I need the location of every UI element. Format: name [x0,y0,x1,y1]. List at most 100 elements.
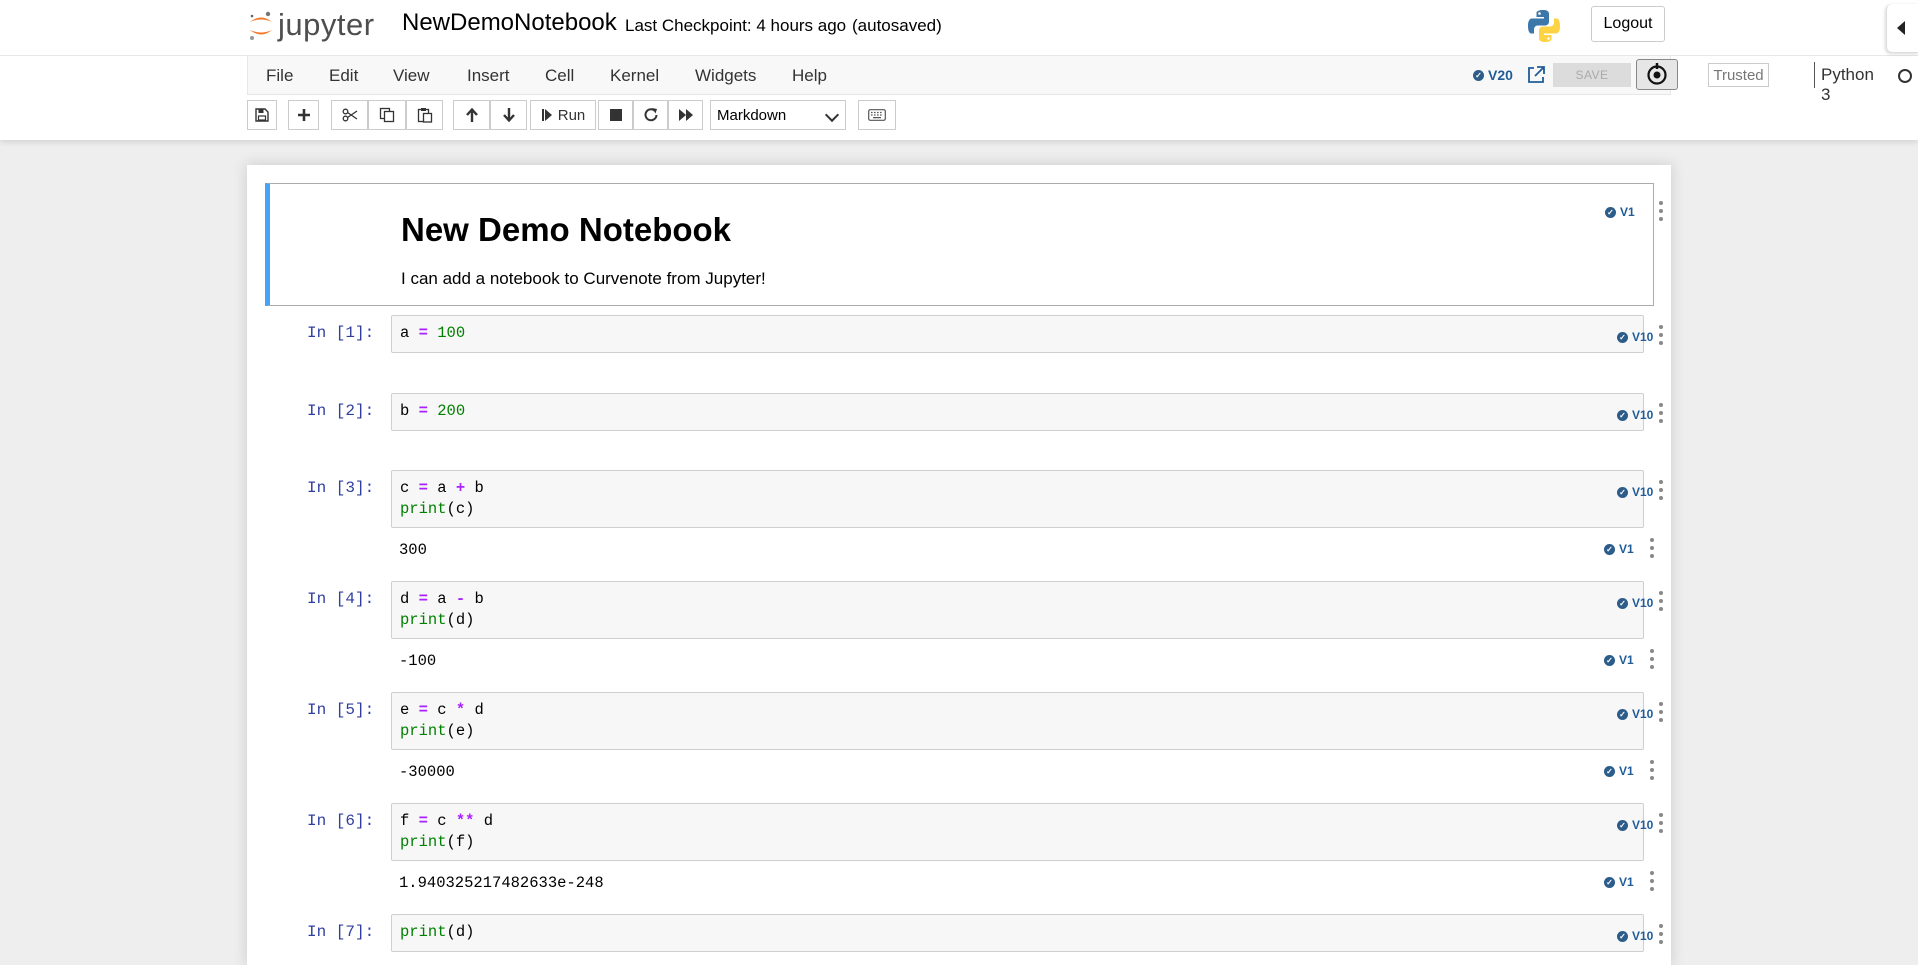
input-prompt: In [4]: [307,590,375,608]
cell-output: -30000 [399,763,455,781]
code-operator: + [455,479,466,497]
save-button[interactable] [247,100,277,130]
output-menu-icon[interactable] [1650,649,1654,669]
cell-menu-icon[interactable] [1659,702,1663,722]
output-menu-icon[interactable] [1650,871,1654,891]
external-link-icon[interactable] [1526,65,1546,85]
output-version-label: V1 [1619,875,1634,889]
code-operator: = [418,479,428,497]
code-line: print(e) [400,721,474,742]
menu-view[interactable]: View [393,66,430,86]
paste-button[interactable] [406,100,443,130]
insert-cell-button[interactable] [288,100,319,130]
markdown-cell[interactable]: New Demo Notebook I can add a notebook t… [265,183,1654,306]
code-input[interactable]: e = c * d print(e) ✓ V10 [391,692,1653,750]
output-version-label: V1 [1619,653,1634,667]
curvenote-button[interactable] [1636,59,1678,90]
paste-icon [417,108,432,123]
menu-insert[interactable]: Insert [467,66,510,86]
input-prompt: In [6]: [307,812,375,830]
cell-version-badge[interactable]: ✓ V10 [1617,408,1653,422]
interrupt-button[interactable] [598,100,633,130]
cell-menu-icon[interactable] [1659,813,1663,833]
code-input[interactable]: c = a + b print(c) ✓ V10 [391,470,1653,528]
code-number: 200 [437,402,466,420]
menu-kernel[interactable]: Kernel [610,66,659,86]
copy-button[interactable] [368,100,406,130]
output-version-badge[interactable]: ✓ V1 [1604,653,1634,667]
output-menu-icon[interactable] [1650,538,1654,558]
run-button[interactable]: Run [530,100,596,130]
code-line: f = c ** d [400,811,493,832]
code-operator: = [418,324,428,342]
code-token: c [427,812,456,830]
run-label: Run [557,106,586,124]
output-version-badge[interactable]: ✓ V1 [1604,542,1634,556]
cell-version-badge[interactable]: ✓ V10 [1617,330,1653,344]
menu-edit[interactable]: Edit [329,66,358,86]
cell-menu-icon[interactable] [1659,591,1663,611]
cell-version-badge[interactable]: ✓ V10 [1617,818,1653,832]
cell-version-badge[interactable]: ✓ V10 [1617,707,1653,721]
jupyter-logo[interactable]: jupyter [248,7,375,43]
output-version-badge[interactable]: ✓ V1 [1604,875,1634,889]
code-token: c [427,701,456,719]
cell-menu-icon[interactable] [1659,201,1663,221]
last-checkpoint: Last Checkpoint: 4 hours ago [625,16,847,35]
code-input[interactable]: b = 200 ✓ V10 [391,393,1653,431]
input-prompt: In [3]: [307,479,375,497]
code-token: c [400,479,419,497]
code-builtin: print [400,722,447,740]
code-input[interactable]: d = a - b print(d) ✓ V10 [391,581,1653,639]
code-input[interactable]: print(d) ✓ V10 [391,914,1653,952]
menu-cell[interactable]: Cell [545,66,574,86]
code-token: (e) [446,722,475,740]
code-line: e = c * d [400,700,484,721]
curvenote-save-button[interactable]: SAVE [1553,63,1631,87]
check-icon: ✓ [1617,597,1628,609]
move-up-button[interactable] [453,100,490,130]
output-menu-icon[interactable] [1650,760,1654,780]
cell-version-badge[interactable]: ✓ V10 [1617,485,1653,499]
markdown-version-badge[interactable]: ✓ V1 [1605,205,1635,219]
menu-widgets[interactable]: Widgets [695,66,756,86]
check-icon: ✓ [1617,708,1628,720]
cell-type-select[interactable]: Markdown [710,100,846,130]
kernel-name[interactable]: Python 3 [1821,65,1874,105]
code-token: d [465,701,484,719]
notebook-name[interactable]: NewDemoNotebook [402,9,617,37]
output-version-badge[interactable]: ✓ V1 [1604,764,1634,778]
input-prompt: In [1]: [307,324,375,342]
scissors-icon [342,108,357,122]
logout-button[interactable]: Logout [1591,6,1665,42]
menu-help[interactable]: Help [792,66,827,86]
code-operator: - [455,590,466,608]
cell-version-badge[interactable]: ✓ V10 [1617,929,1653,943]
command-palette-button[interactable] [858,100,896,130]
cell-menu-icon[interactable] [1659,403,1663,423]
restart-run-all-button[interactable] [668,100,703,130]
trusted-indicator[interactable]: Trusted [1708,63,1769,87]
cell-version-label: V10 [1632,596,1654,610]
move-down-button[interactable] [490,100,527,130]
notebook-version-badge[interactable]: ✓ V20 [1473,67,1513,83]
code-token: (d) [446,611,475,629]
code-line: c = a + b [400,478,484,499]
restart-button[interactable] [633,100,668,130]
cell-menu-icon[interactable] [1659,325,1663,345]
sidebar-toggle-button[interactable] [1886,4,1918,53]
code-input[interactable]: f = c ** d print(f) ✓ V10 [391,803,1653,861]
cell-version-label: V10 [1632,707,1654,721]
menu-file[interactable]: File [266,66,293,86]
output-version-label: V1 [1619,764,1634,778]
code-input[interactable]: a = 100 ✓ V10 [391,315,1653,353]
code-builtin: print [400,500,447,518]
cell-menu-icon[interactable] [1659,924,1663,944]
code-operator: = [418,402,428,420]
cell-menu-icon[interactable] [1659,480,1663,500]
check-icon: ✓ [1604,654,1615,666]
cell-version-badge[interactable]: ✓ V10 [1617,596,1653,610]
cell-version-label: V10 [1632,408,1654,422]
cut-button[interactable] [331,100,368,130]
